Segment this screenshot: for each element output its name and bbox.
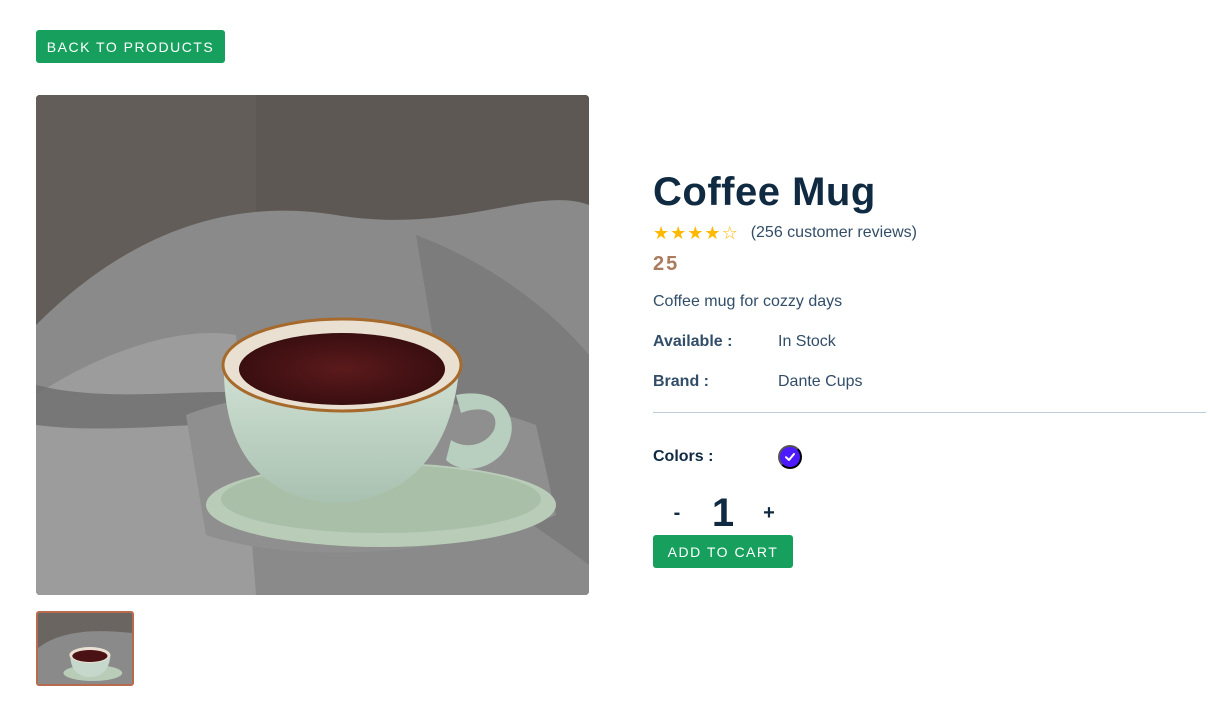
star-full-icon: ★ [704,223,721,243]
increase-quantity-button[interactable]: + [745,491,793,535]
product-thumbnail[interactable] [36,611,134,686]
product-title: Coffee Mug [653,170,876,214]
star-full-icon: ★ [687,223,704,243]
check-icon [785,453,795,461]
spec-availability: Available : In Stock [653,333,1206,351]
product-info: Coffee Mug ★ ★ ★ ★ ☆ (256 customer revie… [653,168,1206,568]
decrease-quantity-button[interactable]: - [653,491,701,535]
star-full-icon: ★ [670,223,687,243]
add-to-cart-button[interactable]: ADD TO CART [653,535,793,568]
spec-value: Dante Cups [778,373,863,390]
spec-label: Available : [653,333,733,350]
star-rating: ★ ★ ★ ★ ☆ [653,224,739,242]
quantity-value: 1 [711,490,735,535]
review-count: (256 customer reviews) [750,224,917,241]
spec-value: In Stock [778,333,836,350]
product-main-image [36,95,589,595]
rating-row: ★ ★ ★ ★ ☆ (256 customer reviews) [653,222,1206,244]
spec-label: Brand : [653,373,709,390]
star-empty-icon: ☆ [721,223,738,243]
color-swatch-selected[interactable] [778,445,802,469]
quantity-stepper: - 1 + [653,491,1206,535]
product-description: Coffee mug for cozzy days [653,293,843,310]
star-full-icon: ★ [653,223,670,243]
back-to-products-button[interactable]: BACK TO PRODUCTS [36,30,225,63]
divider [653,412,1206,413]
product-price: 25 [653,253,680,275]
colors-row: Colors : [653,445,1206,469]
colors-label: Colors : [653,448,714,465]
spec-brand: Brand : Dante Cups [653,373,1206,391]
